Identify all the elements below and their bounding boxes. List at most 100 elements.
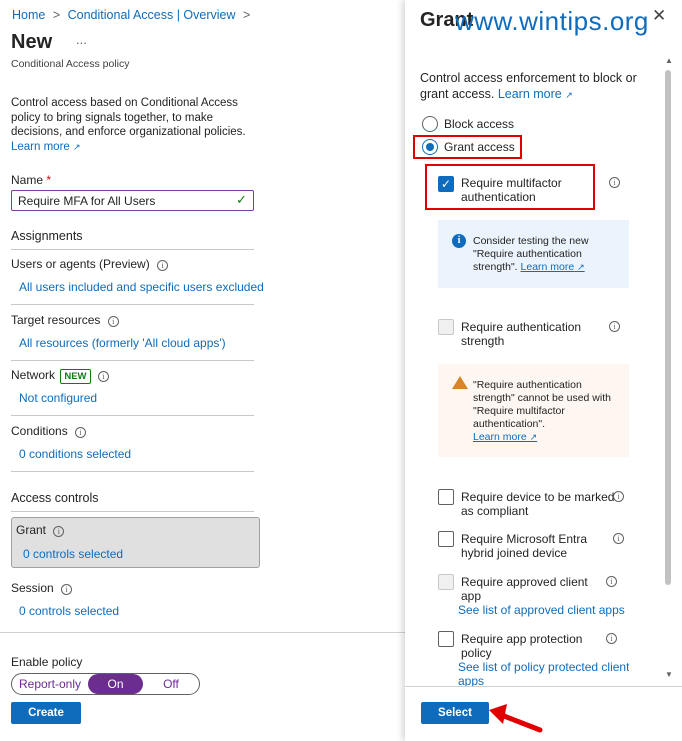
grant-controls-link[interactable]: 0 controls selected [23,547,123,561]
protected-apps-link[interactable]: See list of policy protected client apps [458,660,629,686]
divider [11,249,254,250]
grant-access-radio[interactable] [422,139,438,155]
users-label: Users or agents (Preview) i [11,257,169,271]
require-compliant-device-label: Require device to be marked as compliant [461,490,615,518]
policy-editor-panel: Home > Conditional Access | Overview > N… [0,0,405,741]
page-title: New [11,31,53,53]
assignments-heading: Assignments [11,229,83,243]
target-resources-link[interactable]: All resources (formerly 'All cloud apps'… [19,336,226,350]
approved-apps-link[interactable]: See list of approved client apps [458,603,625,617]
require-hybrid-joined-checkbox[interactable] [438,531,454,547]
info-icon[interactable]: i [97,371,109,382]
info-icon[interactable]: i [613,491,624,502]
session-label: Session i [11,581,73,595]
require-auth-strength-label: Require authentication strength [461,320,582,348]
info-icon[interactable]: i [606,633,617,644]
learn-more-link[interactable]: Learn more ↗ [498,87,573,101]
grant-label: Grant i [16,523,65,537]
info-message-box: i Consider testing the new "Require auth… [438,220,629,288]
info-filled-icon: i [452,234,466,248]
scroll-up-arrow[interactable]: ▲ [665,56,673,65]
scrollbar-thumb[interactable] [665,70,671,585]
external-link-icon: ↗ [577,262,585,272]
breadcrumb-conditional-access[interactable]: Conditional Access | Overview [68,8,236,22]
learn-more-link[interactable]: Learn more ↗ [473,431,625,444]
divider [11,304,254,305]
require-compliant-device-checkbox[interactable] [438,489,454,505]
divider [11,360,254,361]
block-access-label: Block access [444,117,515,131]
info-icon[interactable]: i [53,526,65,537]
info-icon[interactable]: i [613,533,624,544]
description-text: Control access based on Conditional Acce… [11,97,246,138]
enable-policy-toggle: Report-only On Off [11,673,200,695]
warning-icon [452,376,468,389]
info-icon[interactable]: i [609,321,620,332]
require-hybrid-joined-label: Require Microsoft Entra hybrid joined dev… [461,532,588,560]
policy-name-input[interactable]: Require MFA for All Users ✓ [11,190,254,211]
grant-description: Control access enforcement to block or g… [420,71,637,101]
divider [11,415,254,416]
session-controls-link[interactable]: 0 controls selected [19,604,119,618]
network-label: Network NEW i [11,368,109,384]
info-icon[interactable]: i [157,260,169,271]
select-button[interactable]: Select [421,702,489,724]
scroll-down-arrow[interactable]: ▼ [665,670,673,679]
require-approved-app-checkbox[interactable] [438,574,454,590]
grant-panel: Grant www.wintips.org ✕ Control access e… [405,0,682,741]
breadcrumb-separator: > [243,8,251,22]
external-link-icon: ↗ [565,90,573,100]
require-app-protection-label: Require app protection policy [461,632,583,660]
red-arrow-annotation [489,704,543,733]
require-mfa-checkbox[interactable]: ✓ [438,176,454,192]
warning-message-box: "Require authentication strength" cannot… [438,364,629,457]
off-option[interactable]: Off [143,674,199,694]
require-approved-app-label: Require approved client app [461,575,588,603]
info-message-text: Consider testing the new "Require authen… [473,235,589,273]
enable-policy-label: Enable policy [11,655,83,669]
footer-divider [0,632,405,633]
info-icon[interactable]: i [609,177,620,188]
info-icon[interactable]: i [606,576,617,587]
watermark-logo: www.wintips.org [455,6,649,36]
require-app-protection-checkbox[interactable] [438,631,454,647]
grant-control-row[interactable]: Grant i 0 controls selected [11,517,260,568]
info-icon[interactable]: i [75,427,87,438]
info-icon[interactable]: i [61,584,73,595]
page-subtitle: Conditional Access policy [11,58,130,70]
learn-more-link[interactable]: Learn more ↗ [521,261,585,273]
breadcrumb-separator: > [52,8,61,22]
policy-name-value: Require MFA for All Users [18,194,156,208]
external-link-icon: ↗ [73,141,81,152]
page-description: Control access based on Conditional Acce… [11,96,251,154]
required-asterisk: * [46,173,52,187]
create-button[interactable]: Create [11,702,81,724]
breadcrumb-home[interactable]: Home [12,8,45,22]
target-resources-label: Target resources i [11,313,119,327]
access-controls-heading: Access controls [11,491,99,505]
require-auth-strength-checkbox[interactable] [438,319,454,335]
external-link-icon: ↗ [529,432,538,442]
conditions-link[interactable]: 0 conditions selected [19,447,131,461]
warning-message-text: "Require authentication strength" cannot… [473,379,625,444]
divider [11,511,254,512]
info-icon[interactable]: i [107,316,119,327]
report-only-option[interactable]: Report-only [12,674,88,694]
conditions-label: Conditions i [11,424,87,438]
scrollbar[interactable]: ▲ ▼ [663,56,673,682]
name-label: Name * [11,173,52,187]
network-link[interactable]: Not configured [19,391,97,405]
breadcrumb: Home > Conditional Access | Overview > [12,8,250,22]
grant-access-label: Grant access [444,140,515,154]
footer-divider [405,686,682,687]
checkmark-icon: ✓ [236,192,247,207]
on-option[interactable]: On [88,674,143,694]
users-selection-link[interactable]: All users included and specific users ex… [19,280,264,294]
new-badge: NEW [60,369,91,384]
learn-more-link[interactable]: Learn more ↗ [11,141,81,153]
block-access-radio[interactable] [422,116,438,132]
more-options-button[interactable]: ... [76,32,87,47]
close-icon[interactable]: ✕ [652,6,666,26]
require-mfa-label: Require multifactor authentication [461,176,562,204]
divider [11,471,254,472]
